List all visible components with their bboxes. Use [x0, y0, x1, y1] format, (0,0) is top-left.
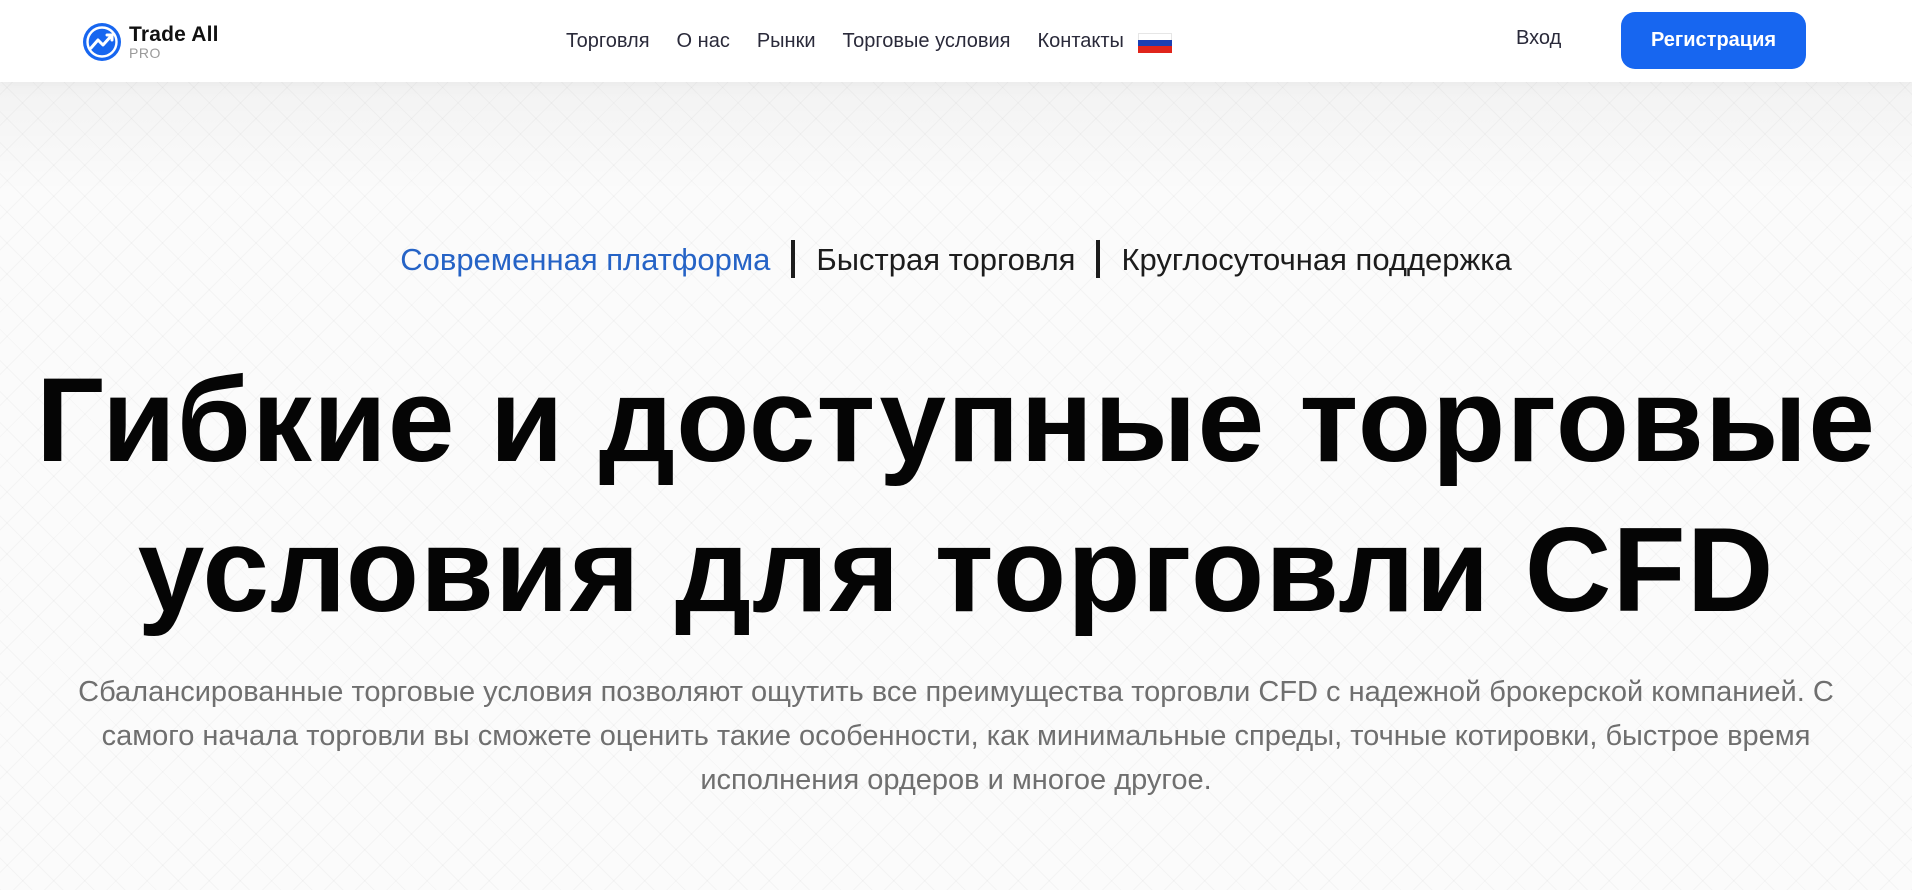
- headline-line-2: условия для торговли CFD: [137, 503, 1775, 637]
- login-link[interactable]: Вход: [1516, 27, 1561, 50]
- tagline-separator: [1096, 240, 1101, 278]
- nav-about[interactable]: О нас: [677, 30, 730, 53]
- tagline-modern-platform: Современная платформа: [400, 242, 771, 277]
- logo-sub: PRO: [129, 45, 161, 61]
- headline-line-1: Гибкие и доступные торговые: [35, 353, 1877, 487]
- main-nav: Торговля О нас Рынки Торговые условия Ко…: [566, 27, 1172, 55]
- register-button[interactable]: Регистрация: [1621, 12, 1806, 69]
- trend-chart-logo-icon: [83, 23, 121, 61]
- hero-headline: Гибкие и доступные торговые условия для …: [0, 345, 1912, 645]
- logo-text: Trade All PRO: [129, 24, 219, 60]
- tagline-support: Круглосуточная поддержка: [1121, 242, 1512, 277]
- tagline-separator: [791, 240, 796, 278]
- nav-trading[interactable]: Торговля: [566, 30, 650, 53]
- tagline-fast-trading: Быстрая торговля: [816, 242, 1076, 277]
- hero-shadow: [0, 82, 1912, 192]
- logo-link[interactable]: Trade All PRO: [81, 21, 219, 63]
- russia-flag-icon[interactable]: [1137, 33, 1172, 53]
- nav-markets[interactable]: Рынки: [757, 30, 816, 53]
- nav-trading-conditions[interactable]: Торговые условия: [843, 30, 1011, 53]
- nav-contacts[interactable]: Контакты: [1038, 30, 1124, 53]
- site-header: Trade All PRO Торговля О нас Рынки Торго…: [0, 0, 1912, 82]
- hero-taglines: Современная платформа Быстрая торговля Кру…: [0, 240, 1912, 278]
- logo-name: Trade All: [129, 23, 219, 46]
- hero-description: Сбалансированные торговые условия позвол…: [78, 676, 1834, 796]
